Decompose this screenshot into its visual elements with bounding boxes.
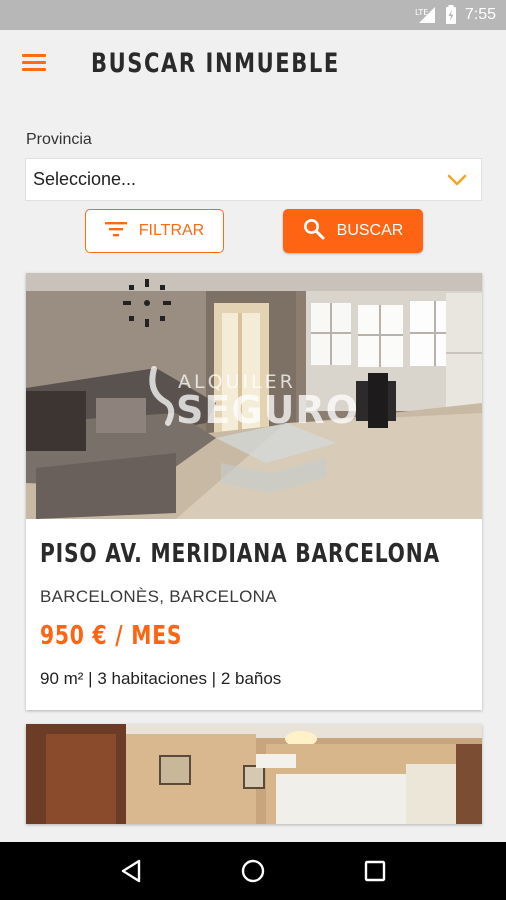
search-button[interactable]: BUSCAR	[283, 209, 423, 253]
listing-price: 950 € / MES	[40, 621, 183, 651]
signal-icon: LTE	[415, 6, 437, 24]
back-icon[interactable]	[111, 851, 151, 891]
status-bar: LTE 7:55	[0, 0, 506, 30]
listing-title: PISO AV. MERIDIANA BARCELONA	[40, 539, 440, 569]
listing-card[interactable]: ALQUILER SEGURO PISO AV. MERIDIANA BARCE…	[26, 273, 482, 710]
filter-button-label: FILTRAR	[138, 222, 205, 239]
screen: LTE 7:55 BUSCAR INMUEBLE Provincia Selec…	[0, 0, 506, 900]
listing-photo	[26, 724, 482, 824]
navigation-bar	[0, 842, 506, 900]
listing-card[interactable]	[26, 724, 482, 824]
app-bar: BUSCAR INMUEBLE	[0, 30, 506, 98]
battery-icon	[445, 5, 457, 25]
listing-location: BARCELONÈS, BARCELONA	[40, 587, 277, 606]
status-time: 7:55	[464, 6, 496, 23]
chevron-down-icon	[447, 171, 467, 192]
network-label: LTE	[415, 8, 428, 17]
filter-button[interactable]: FILTRAR	[85, 209, 224, 253]
province-select[interactable]: Seleccione...	[25, 158, 482, 201]
recents-icon[interactable]	[355, 851, 395, 891]
home-icon[interactable]	[233, 851, 273, 891]
search-button-label: BUSCAR	[336, 222, 404, 239]
filter-icon	[104, 221, 127, 242]
search-icon	[303, 218, 325, 245]
province-label: Provincia	[26, 131, 92, 148]
watermark-bottom: SEGURO	[176, 388, 359, 432]
menu-icon[interactable]	[22, 54, 48, 74]
listing-features: 90 m² | 3 habitaciones | 2 baños	[40, 669, 282, 688]
province-select-value: Seleccione...	[33, 169, 137, 189]
page-title: BUSCAR INMUEBLE	[91, 48, 340, 79]
listing-photo: ALQUILER SEGURO	[26, 273, 482, 519]
